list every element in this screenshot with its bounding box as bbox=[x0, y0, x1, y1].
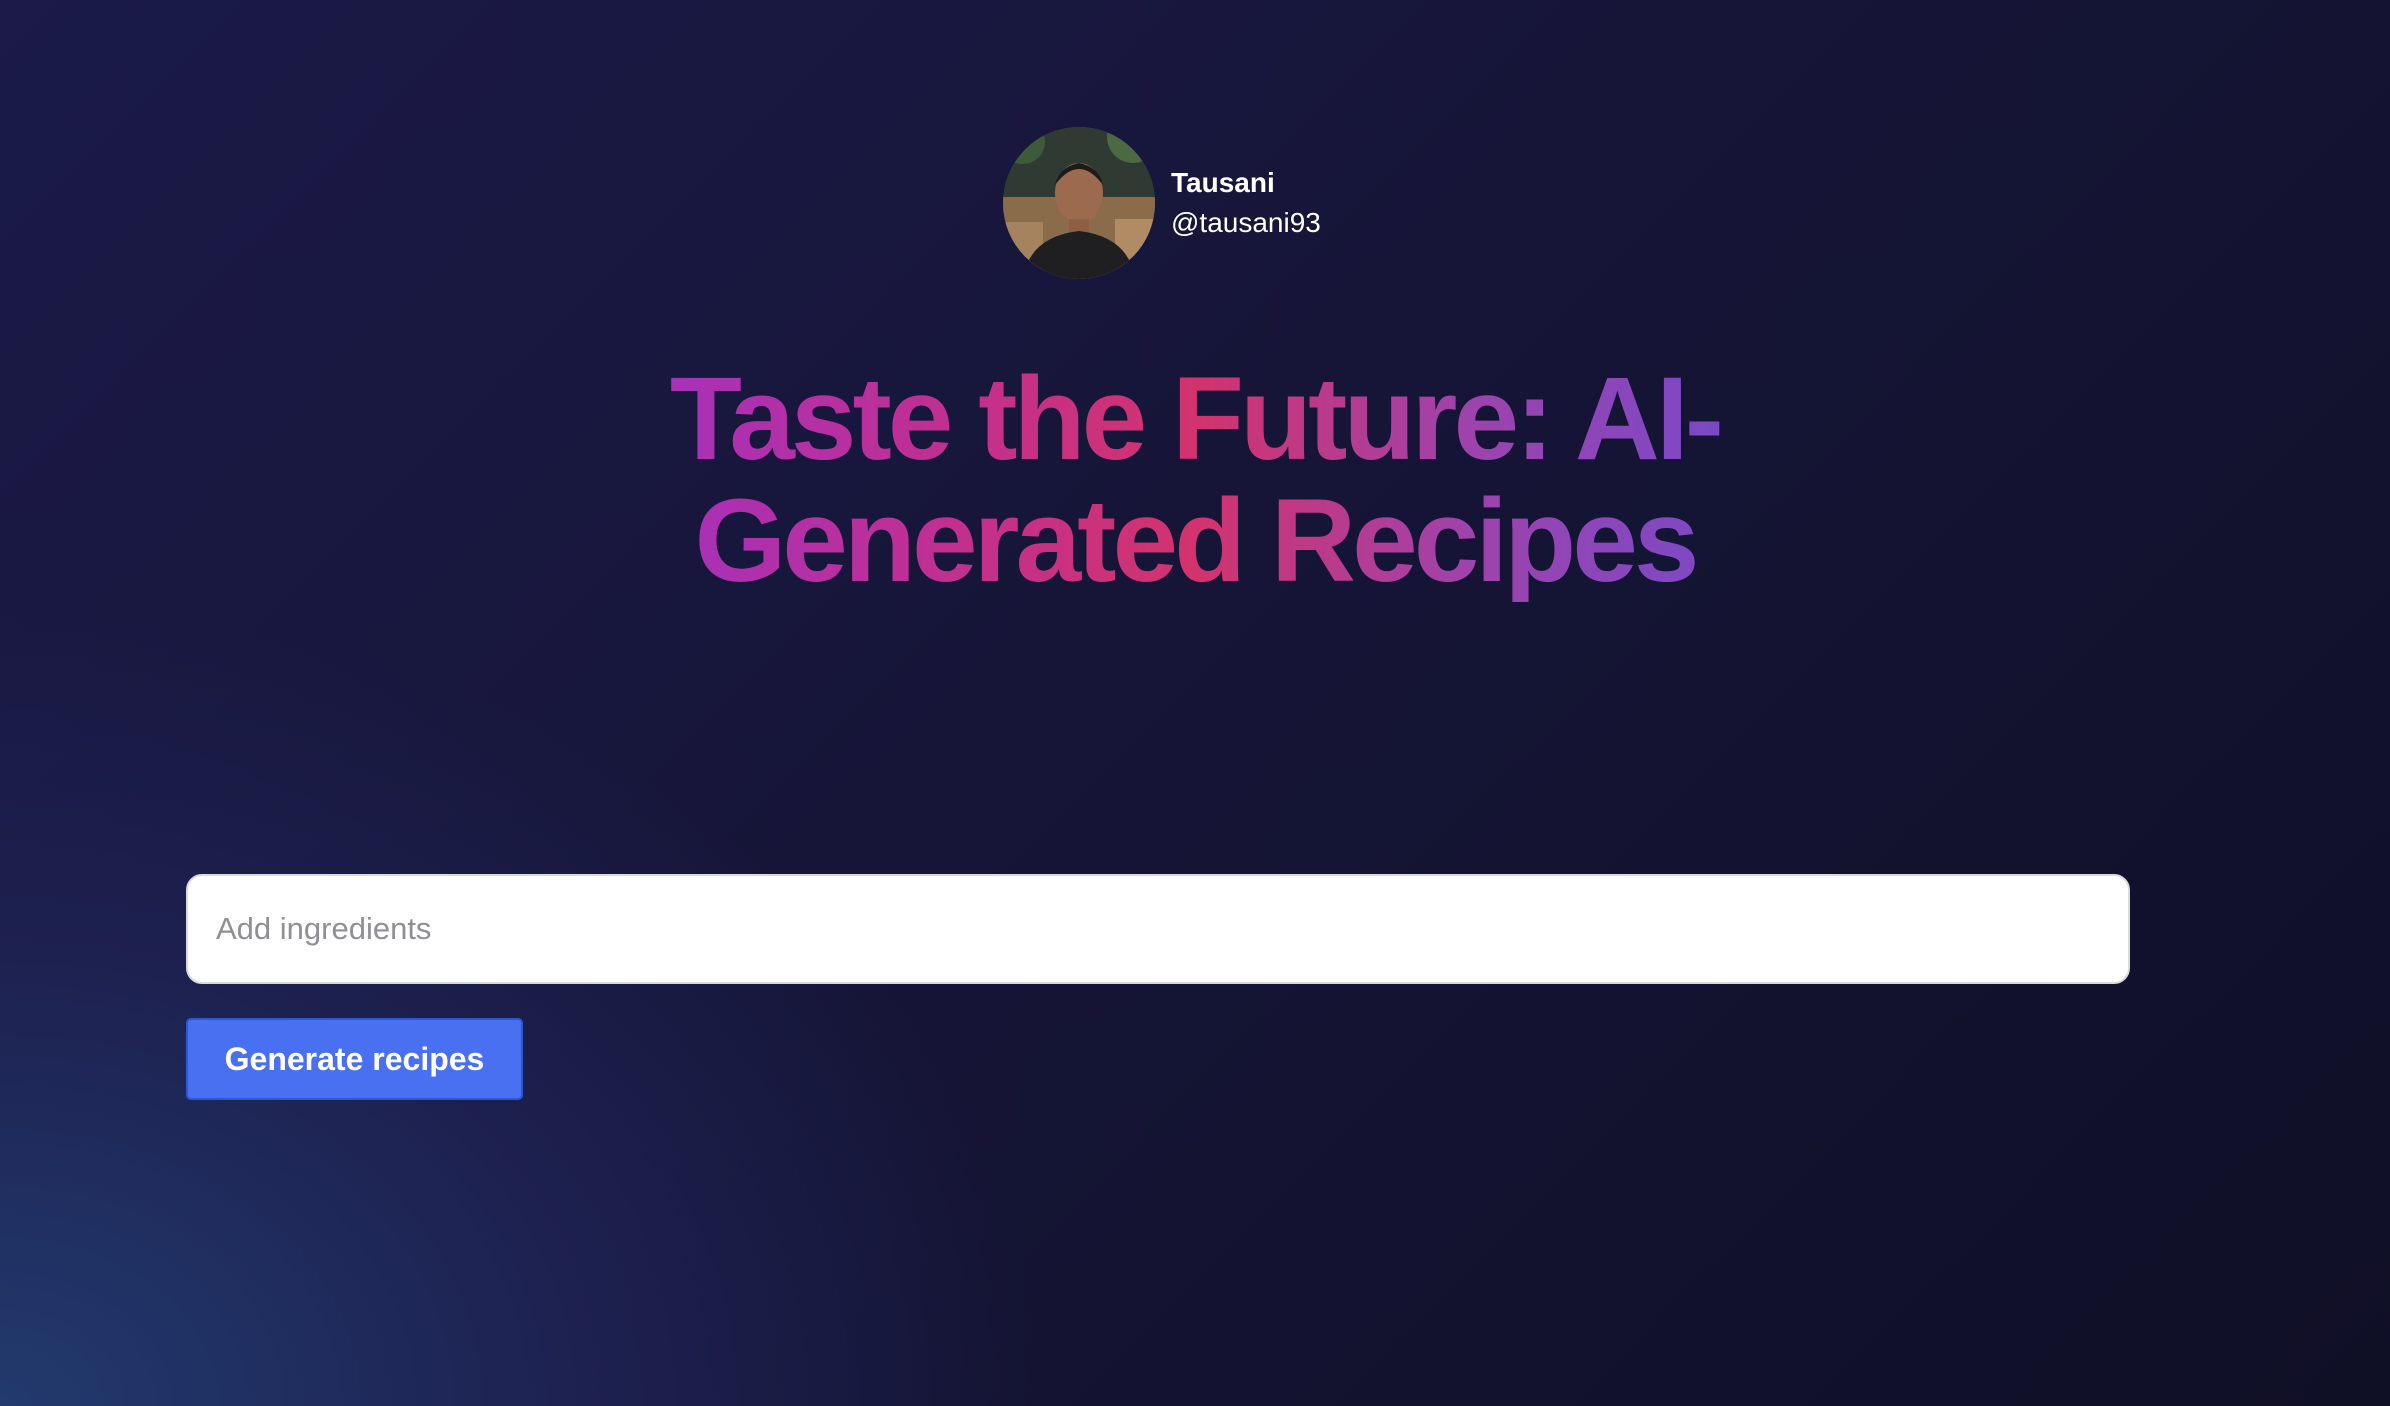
avatar-photo bbox=[1003, 127, 1155, 279]
generate-recipes-button[interactable]: Generate recipes bbox=[186, 1018, 523, 1100]
profile-handle: @tausani93 bbox=[1171, 207, 1321, 238]
avatar bbox=[1003, 127, 1155, 279]
profile-name: Tausani bbox=[1171, 167, 1275, 198]
ingredients-input[interactable] bbox=[186, 874, 2130, 984]
page-title: Taste the Future: AI-Generated Recipes bbox=[555, 358, 1835, 602]
user-profile: Tausani @tausani93 bbox=[1003, 127, 1321, 279]
profile-text: Tausani @tausani93 bbox=[1171, 166, 1321, 240]
